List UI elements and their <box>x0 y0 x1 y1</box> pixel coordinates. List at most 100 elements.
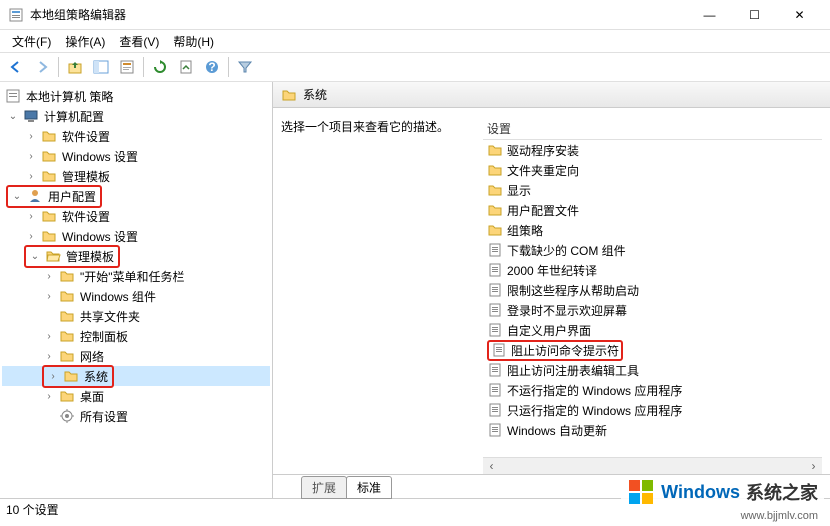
help-button[interactable]: ? <box>200 55 224 79</box>
back-button[interactable] <box>4 55 28 79</box>
tree-control-panel[interactable]: › 控制面板 <box>2 326 270 346</box>
tree-uc-software[interactable]: › 软件设置 <box>2 206 270 226</box>
settings-list[interactable]: 驱动程序安装文件夹重定向显示用户配置文件组策略下载缺少的 COM 组件2000 … <box>483 140 822 457</box>
tree-cc-software[interactable]: › 软件设置 <box>2 126 270 146</box>
list-folder-item[interactable]: 文件夹重定向 <box>483 160 822 180</box>
tree-win-components[interactable]: › Windows 组件 <box>2 286 270 306</box>
tab-standard[interactable]: 标准 <box>346 476 392 499</box>
tree-shared-folders[interactable]: 共享文件夹 <box>2 306 270 326</box>
menu-help[interactable]: 帮助(H) <box>167 31 220 52</box>
list-folder-item[interactable]: 显示 <box>483 180 822 200</box>
tree-user-config[interactable]: ⌄ 用户配置 <box>2 186 270 206</box>
item-label: 登录时不显示欢迎屏幕 <box>507 302 627 319</box>
item-label: 下载缺少的 COM 组件 <box>507 242 626 259</box>
list-setting-item[interactable]: 登录时不显示欢迎屏幕 <box>483 300 822 320</box>
tab-extended[interactable]: 扩展 <box>301 476 347 499</box>
expand-toggle[interactable]: › <box>24 129 38 143</box>
expand-toggle[interactable]: › <box>46 369 60 383</box>
setting-icon <box>487 422 503 438</box>
expand-toggle[interactable]: › <box>42 329 56 343</box>
setting-icon <box>487 382 503 398</box>
expand-toggle[interactable]: ⌄ <box>6 109 20 123</box>
list-setting-item[interactable]: 2000 年世纪转译 <box>483 260 822 280</box>
scroll-right-icon[interactable]: › <box>805 458 822 475</box>
setting-icon <box>487 402 503 418</box>
tree-pane[interactable]: 本地计算机 策略 ⌄ 计算机配置 › 软件设置 › Windows 设置 › 管… <box>0 82 273 498</box>
item-label: 阻止访问注册表编辑工具 <box>507 362 639 379</box>
export-button[interactable] <box>174 55 198 79</box>
content-header: 系统 <box>273 82 830 108</box>
list-setting-item[interactable]: 下载缺少的 COM 组件 <box>483 240 822 260</box>
properties-button[interactable] <box>115 55 139 79</box>
folder-icon <box>59 308 75 324</box>
tree-label: Windows 设置 <box>60 147 140 166</box>
scroll-left-icon[interactable]: ‹ <box>483 458 500 475</box>
svg-text:?: ? <box>208 60 215 74</box>
item-label: 文件夹重定向 <box>507 162 579 179</box>
expand-toggle[interactable]: › <box>24 149 38 163</box>
tree-start-taskbar[interactable]: › "开始"菜单和任务栏 <box>2 266 270 286</box>
expand-toggle[interactable]: › <box>24 209 38 223</box>
maximize-button[interactable]: ☐ <box>732 0 777 30</box>
tree-uc-windows[interactable]: › Windows 设置 <box>2 226 270 246</box>
list-folder-item[interactable]: 用户配置文件 <box>483 200 822 220</box>
menu-action[interactable]: 操作(A) <box>59 31 111 52</box>
tree-cc-templates[interactable]: › 管理模板 <box>2 166 270 186</box>
item-label: 只运行指定的 Windows 应用程序 <box>507 402 682 419</box>
tree-label: Windows 设置 <box>60 227 140 246</box>
list-folder-item[interactable]: 驱动程序安装 <box>483 140 822 160</box>
tree-desktop[interactable]: › 桌面 <box>2 386 270 406</box>
item-label: 不运行指定的 Windows 应用程序 <box>507 382 682 399</box>
tree-uc-templates[interactable]: ⌄ 管理模板 <box>2 246 270 266</box>
tree-label: 用户配置 <box>46 187 98 206</box>
toolbar: ? <box>0 52 830 82</box>
menu-view[interactable]: 查看(V) <box>113 31 165 52</box>
horizontal-scrollbar[interactable]: ‹ › <box>483 457 822 474</box>
folder-icon <box>487 162 503 178</box>
expand-toggle[interactable]: › <box>42 349 56 363</box>
item-label: 自定义用户界面 <box>507 322 591 339</box>
list-folder-item[interactable]: 组策略 <box>483 220 822 240</box>
tree-all-settings[interactable]: 所有设置 <box>2 406 270 426</box>
refresh-button[interactable] <box>148 55 172 79</box>
list-setting-item[interactable]: 阻止访问命令提示符 <box>483 340 822 360</box>
list-setting-item[interactable]: Windows 自动更新 <box>483 420 822 440</box>
expand-toggle[interactable]: › <box>24 169 38 183</box>
expand-toggle[interactable]: ⌄ <box>28 249 42 263</box>
item-label: 用户配置文件 <box>507 202 579 219</box>
tree-network[interactable]: › 网络 <box>2 346 270 366</box>
folder-icon <box>41 168 57 184</box>
folder-icon <box>41 208 57 224</box>
minimize-button[interactable]: — <box>687 0 732 30</box>
column-header-setting[interactable]: 设置 <box>483 118 822 140</box>
list-setting-item[interactable]: 自定义用户界面 <box>483 320 822 340</box>
list-setting-item[interactable]: 不运行指定的 Windows 应用程序 <box>483 380 822 400</box>
expand-toggle[interactable]: › <box>42 289 56 303</box>
list-setting-item[interactable]: 限制这些程序从帮助启动 <box>483 280 822 300</box>
tree-label: 计算机配置 <box>42 107 106 126</box>
expand-toggle[interactable]: › <box>42 389 56 403</box>
expand-toggle[interactable]: › <box>42 269 56 283</box>
expand-toggle[interactable]: › <box>24 229 38 243</box>
close-button[interactable]: ✕ <box>777 0 822 30</box>
folder-icon <box>487 182 503 198</box>
list-setting-item[interactable]: 只运行指定的 Windows 应用程序 <box>483 400 822 420</box>
tree-root[interactable]: 本地计算机 策略 <box>2 86 270 106</box>
show-hide-tree-button[interactable] <box>89 55 113 79</box>
tree-label: 桌面 <box>78 387 106 406</box>
windows-logo-icon <box>627 478 655 506</box>
tree-cc-windows[interactable]: › Windows 设置 <box>2 146 270 166</box>
tree-computer-config[interactable]: ⌄ 计算机配置 <box>2 106 270 126</box>
forward-button[interactable] <box>30 55 54 79</box>
up-button[interactable] <box>63 55 87 79</box>
folder-icon <box>59 348 75 364</box>
filter-button[interactable] <box>233 55 257 79</box>
tree-system[interactable]: › 系统 <box>2 366 270 386</box>
tree-label: 软件设置 <box>60 127 112 146</box>
folder-icon <box>281 87 297 103</box>
list-setting-item[interactable]: 阻止访问注册表编辑工具 <box>483 360 822 380</box>
folder-icon <box>487 222 503 238</box>
menu-file[interactable]: 文件(F) <box>6 31 57 52</box>
folder-open-icon <box>45 248 61 264</box>
expand-toggle[interactable]: ⌄ <box>10 189 24 203</box>
